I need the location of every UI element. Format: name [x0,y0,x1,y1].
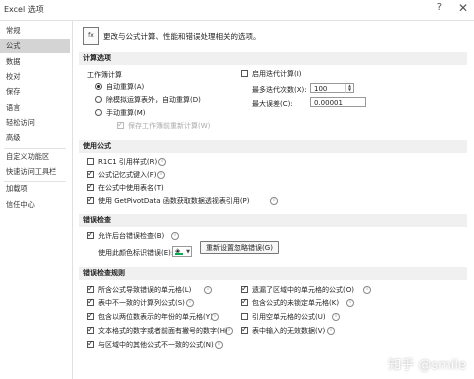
chevron-down-icon: ▼ [186,249,190,255]
workbook-calc-label: 工作簿计算 [87,71,122,79]
r1c1-label[interactable]: R1C1 引用样式(R) [98,157,157,167]
r1c1-checkbox[interactable] [87,158,94,165]
sidebar-item-customize-ribbon[interactable]: 自定义功能区 [0,150,70,164]
max-iterations-input[interactable]: 100 ▲ ▼ [310,83,354,93]
sidebar-item-trust-center[interactable]: 信任中心 [0,198,70,212]
info-icon: i [158,158,166,166]
radio-manual[interactable] [95,109,102,116]
table-names-label[interactable]: 在公式中使用表名(T) [98,183,164,193]
info-icon: i [363,286,371,294]
background-error-label[interactable]: 允许后台错误检查(B) [98,231,164,241]
section-working-with-formulas: 使用公式 [79,140,467,153]
formula-autocomplete-label[interactable]: 公式记忆式键入(F) [98,170,157,180]
recalc-before-save-label: 保存工作簿前重新计算(W) [128,122,211,130]
rule-inconsistent-formulas-label[interactable]: 与区域中的其他公式不一致的公式(N) [98,340,214,350]
rule-invalid-data-label[interactable]: 表中输入的无效数据(V) [252,326,325,336]
sidebar-item-language[interactable]: 语言 [0,101,70,115]
rule-omit-cells-label[interactable]: 遗漏了区域中的单元格的公式(O) [252,285,354,295]
sidebar-item-data[interactable]: 数据 [0,55,70,69]
reset-ignored-errors-button[interactable]: 重新设置忽略错误(G) [200,241,279,254]
getpivotdata-checkbox[interactable] [87,195,94,204]
sidebar-item-proofing[interactable]: 校对 [0,70,70,84]
rule-inconsistent-column-label[interactable]: 表中不一致的计算列公式(S) [98,298,185,308]
watermark: 知乎 @smile [388,358,466,373]
rule-empty-cells-label[interactable]: 引用空单元格的公式(U) [252,312,326,322]
rule-unlocked-cells-label[interactable]: 包含公式的未锁定单元格(K) [252,298,339,308]
max-iterations-label: 最多迭代次数(X): [252,86,307,94]
radio-automatic-label[interactable]: 自动重算(A) [106,82,144,92]
rule-inconsistent-formulas-checkbox[interactable] [87,339,94,348]
error-color-picker[interactable]: ◈ ▼ [172,246,192,257]
info-icon: i [215,341,223,349]
sidebar: 常规 公式 数据 校对 保存 语言 轻松访问 高级 自定义功能区 快速访问工具栏… [0,21,73,379]
info-icon: i [211,313,219,321]
sidebar-divider [4,148,66,149]
rule-error-formulas-label[interactable]: 所含公式导致错误的单元格(L) [98,285,191,295]
info-icon: i [332,313,340,321]
info-icon: i [171,232,179,240]
max-change-value: 0.00001 [314,99,343,107]
iterative-calc-label[interactable]: 启用迭代计算(I) [252,69,302,79]
rule-two-digit-years-label[interactable]: 包含以两位数表示的年份的单元格(Y) [98,312,213,322]
radio-automatic[interactable] [95,83,102,90]
info-icon: i [157,171,165,179]
sidebar-item-quick-access[interactable]: 快速访问工具栏 [0,165,70,179]
rule-invalid-data-checkbox[interactable] [241,325,248,334]
max-change-label: 最大误差(C): [252,100,293,108]
iterative-calc-checkbox[interactable] [241,70,248,77]
info-icon: i [270,197,278,205]
error-color-label: 使用此颜色标识错误(E): [98,249,174,257]
help-icon[interactable]: ? [437,2,442,13]
rule-text-numbers-label[interactable]: 文本格式的数字或者前面有撇号的数字(H) [98,326,228,336]
rule-two-digit-years-checkbox[interactable] [87,311,94,320]
section-calculation: 计算选项 [79,52,467,65]
section-error-checking: 错误检查 [79,214,467,227]
getpivotdata-label[interactable]: 使用 GetPivotData 函数获取数据透视表引用(P) [98,196,250,206]
rule-error-formulas-checkbox[interactable] [87,284,94,293]
radio-auto-except-tables-label[interactable]: 除模拟运算表外，自动重算(D) [106,95,201,105]
options-panel: fx 更改与公式计算、性能和错误处理相关的选项。 计算选项 工作簿计算 自动重算… [73,21,474,379]
max-iterations-value: 100 [314,85,328,93]
sidebar-item-formulas[interactable]: 公式 [0,39,70,53]
close-icon[interactable]: ✕ [458,1,468,15]
formula-icon: fx [83,27,99,45]
sidebar-item-accessibility[interactable]: 轻松访问 [0,116,70,130]
title-bar: Excel 选项 ? ✕ [0,0,474,21]
sidebar-item-advanced[interactable]: 高级 [0,131,70,145]
info-icon: i [204,286,212,294]
background-error-checkbox[interactable] [87,230,94,239]
formula-autocomplete-checkbox[interactable] [87,169,94,178]
color-swatch [175,253,183,255]
rule-text-numbers-checkbox[interactable] [87,325,94,334]
radio-manual-label[interactable]: 手动重算(M) [106,108,146,118]
spinner-icon[interactable]: ▲ ▼ [345,84,353,93]
rule-empty-cells-checkbox[interactable] [241,313,248,320]
rule-unlocked-cells-checkbox[interactable] [241,297,248,306]
rule-omit-cells-checkbox[interactable] [241,284,248,293]
info-icon: i [225,327,233,335]
recalc-before-save-checkbox [117,120,124,129]
sidebar-item-addins[interactable]: 加载项 [0,182,70,196]
max-change-input[interactable]: 0.00001 [310,97,366,107]
radio-auto-except-tables[interactable] [95,96,102,103]
window-title: Excel 选项 [4,5,44,14]
info-icon: i [327,327,335,335]
sidebar-item-save[interactable]: 保存 [0,85,70,99]
intro-text: 更改与公式计算、性能和错误处理相关的选项。 [103,32,261,41]
info-icon: i [186,299,194,307]
section-error-rules: 错误检查规则 [79,267,467,280]
info-icon: i [346,299,354,307]
sidebar-item-general[interactable]: 常规 [0,24,70,38]
table-names-checkbox[interactable] [87,182,94,191]
rule-inconsistent-column-checkbox[interactable] [87,297,94,306]
